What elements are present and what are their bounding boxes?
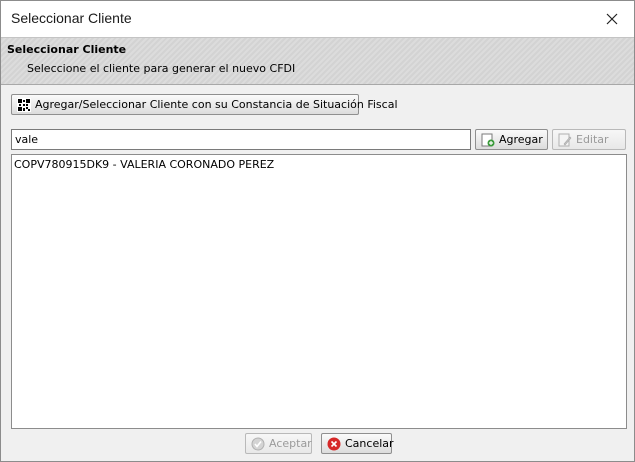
list-item[interactable]: COPV780915DK9 - VALERIA CORONADO PEREZ	[12, 155, 626, 174]
edit-button[interactable]: Editar	[552, 129, 626, 150]
edit-document-icon	[558, 133, 572, 147]
client-list[interactable]: COPV780915DK9 - VALERIA CORONADO PEREZ	[11, 154, 627, 429]
add-document-icon	[481, 133, 495, 147]
accept-button[interactable]: Aceptar	[245, 433, 312, 454]
qr-button-label: Agregar/Seleccionar Cliente con su Const…	[35, 98, 398, 111]
add-button[interactable]: Agregar	[475, 129, 548, 150]
edit-button-label: Editar	[576, 133, 609, 146]
close-button[interactable]	[590, 1, 634, 37]
cancel-icon	[327, 437, 341, 451]
header-subtitle: Seleccione el cliente para generar el nu…	[27, 62, 296, 75]
close-icon	[606, 13, 618, 25]
search-input[interactable]	[11, 129, 471, 150]
title-bar: Seleccionar Cliente	[1, 1, 634, 37]
add-button-label: Agregar	[499, 133, 543, 146]
header-title: Seleccionar Cliente	[7, 43, 127, 56]
check-circle-icon	[251, 437, 265, 451]
dialog-window: Seleccionar Cliente Seleccionar Cliente …	[0, 0, 635, 462]
cancel-button[interactable]: Cancelar	[321, 433, 394, 454]
dialog-header: Seleccionar Cliente Seleccione el client…	[1, 37, 634, 85]
qr-code-icon	[17, 97, 31, 112]
qr-add-select-button[interactable]: Agregar/Seleccionar Cliente con su Const…	[11, 94, 398, 115]
window-title: Seleccionar Cliente	[11, 10, 132, 26]
accept-button-label: Aceptar	[269, 437, 312, 450]
cancel-button-label: Cancelar	[345, 437, 394, 450]
